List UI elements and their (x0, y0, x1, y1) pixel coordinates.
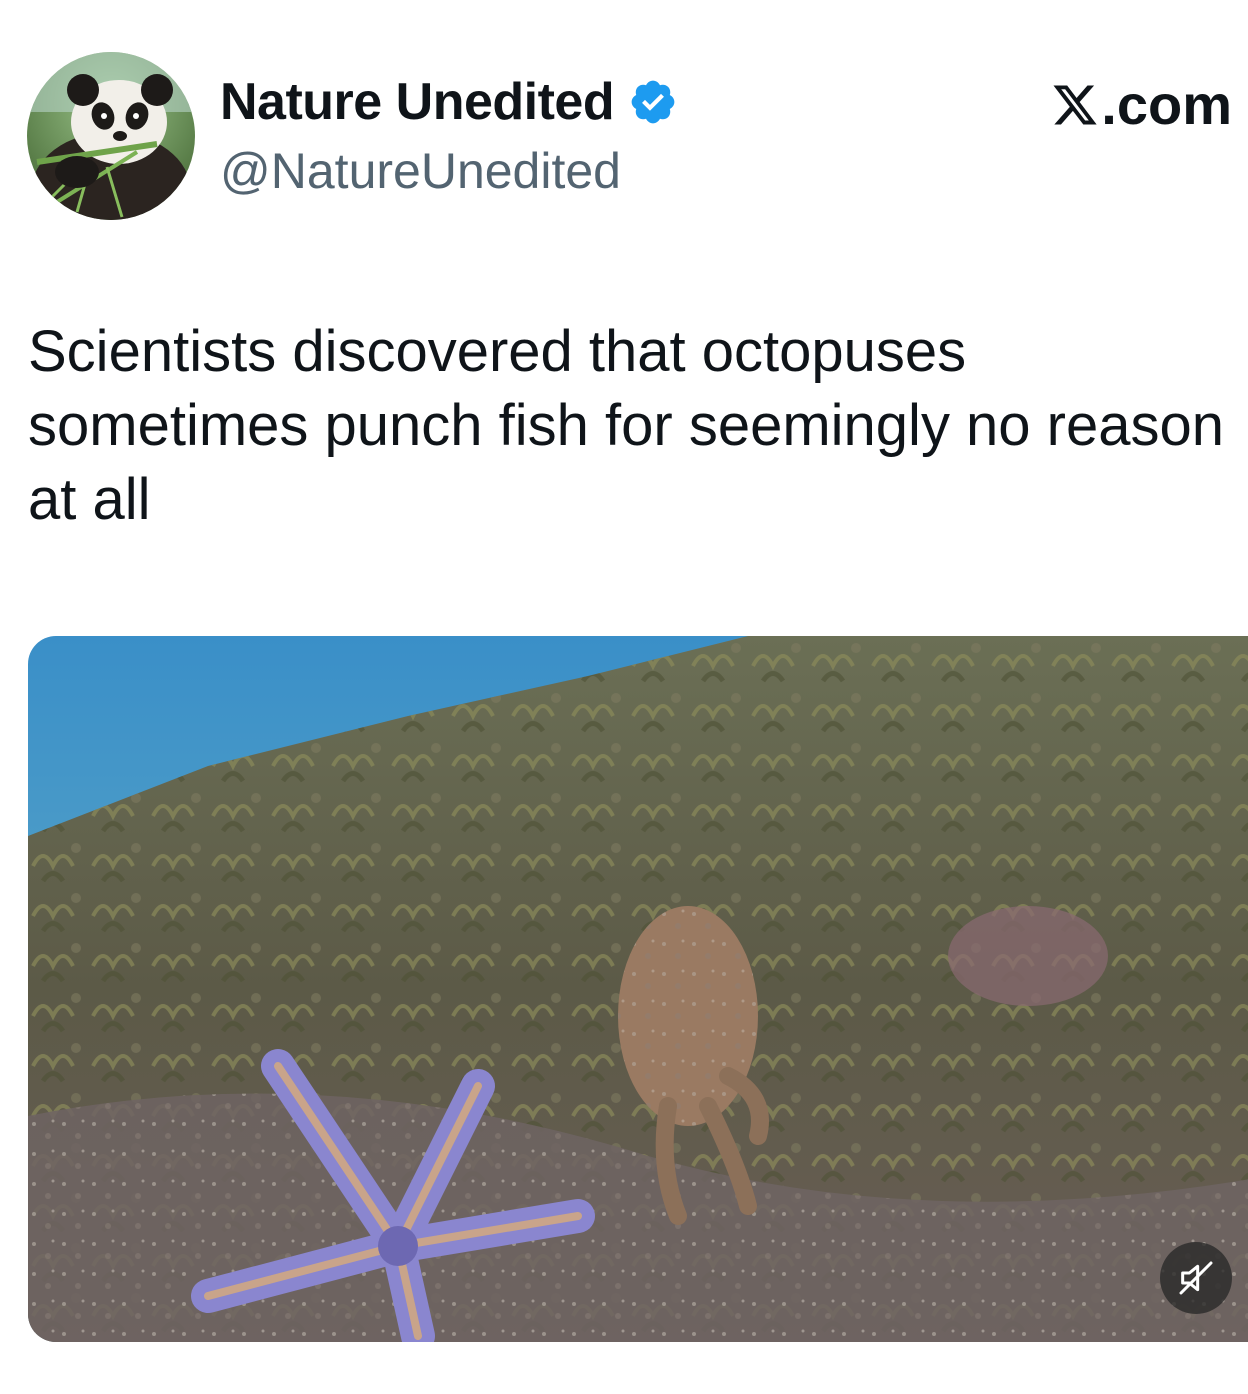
display-name[interactable]: Nature Unedited (220, 66, 615, 138)
avatar[interactable] (27, 52, 195, 220)
tweet-text: Scientists discovered that octopuses som… (28, 319, 1225, 532)
mute-toggle-button[interactable] (1160, 1242, 1232, 1314)
verified-badge-icon (631, 80, 675, 124)
author-info[interactable]: Nature Unedited @NatureUnedited (220, 66, 678, 204)
muted-speaker-icon (1179, 1261, 1213, 1295)
brand-link[interactable]: .com (1051, 70, 1232, 140)
brand-label: .com (1101, 73, 1232, 136)
handle[interactable]: @NatureUnedited (220, 138, 678, 204)
video-frame (28, 636, 1248, 1342)
x-logo-icon (1053, 85, 1097, 125)
panda-avatar-image (27, 52, 195, 220)
video-player[interactable] (28, 636, 1248, 1342)
display-name-row: Nature Unedited (220, 66, 678, 138)
